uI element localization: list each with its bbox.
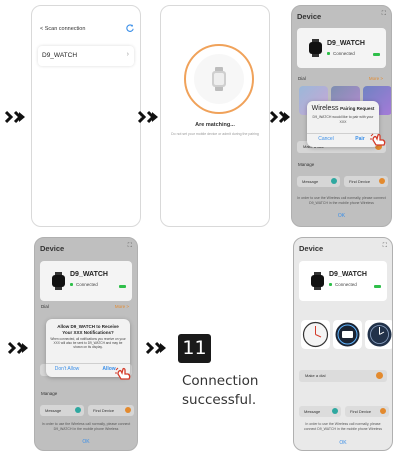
chevron-right-icon: ›: [126, 51, 129, 58]
scan-icon[interactable]: ⛶: [128, 243, 132, 250]
watch-icon: [309, 39, 322, 57]
device-card[interactable]: D9_WATCH Connected: [297, 28, 386, 68]
scan-icon[interactable]: ⛶: [382, 11, 386, 18]
back-button[interactable]: < Scan connection: [40, 26, 85, 32]
matching-hint: Do not set your mobile device or admit d…: [171, 132, 259, 136]
dial-section-label: Dial: [41, 304, 49, 309]
find-device-icon: [380, 408, 386, 414]
find-device-button[interactable]: Find Device: [344, 176, 388, 187]
tap-hand-icon: [370, 133, 386, 146]
message-icon: [75, 407, 81, 413]
message-button[interactable]: Message: [40, 405, 84, 416]
page-title: Device: [299, 244, 324, 253]
find-device-button[interactable]: Find Device: [88, 405, 134, 416]
dialog-message: D9_WATCH would like to pair with your XX…: [312, 115, 374, 124]
message-button[interactable]: Message: [297, 176, 340, 187]
pairing-request-dialog: Wireless Pairing Request D9_WATCH would …: [307, 101, 379, 147]
ok-button[interactable]: OK: [292, 213, 391, 219]
dialog-message: When connected, all notifications you re…: [50, 337, 126, 350]
device-connected-screen: Device ⛶ D9_WATCH Connected Make a dial …: [293, 237, 393, 451]
device-list-item[interactable]: D9_WATCH ›: [38, 46, 134, 66]
more-link[interactable]: More >: [115, 304, 129, 309]
device-name: D9_WATCH: [70, 271, 108, 278]
dial-thumbnail[interactable]: [301, 320, 330, 349]
arrow-right-icon: [138, 110, 158, 124]
watch-icon: [52, 272, 65, 290]
arrow-right-icon: [5, 110, 25, 124]
more-link[interactable]: More >: [369, 76, 383, 81]
matching-title: Are matching...: [195, 122, 235, 128]
dial-thumbnail[interactable]: [333, 320, 362, 349]
battery-icon: [119, 285, 126, 288]
dial-thumbnail[interactable]: [365, 320, 393, 349]
ok-button[interactable]: OK: [35, 439, 137, 445]
connection-status: Connected: [327, 51, 355, 56]
watch-icon: [311, 272, 324, 290]
device-pairing-screen: Device ⛶ D9_WATCH Connected Dial More > …: [291, 5, 392, 227]
arrow-right-icon: [270, 110, 290, 124]
dialog-title: Wireless Pairing Request: [311, 105, 375, 112]
device-card[interactable]: D9_WATCH Connected: [40, 261, 132, 301]
dont-allow-button[interactable]: Don't Allow: [48, 366, 86, 372]
arrow-right-icon: [146, 341, 166, 355]
page-title: Device: [297, 12, 322, 21]
battery-icon: [373, 53, 380, 56]
make-dial-button[interactable]: [376, 372, 383, 379]
message-icon: [331, 178, 337, 184]
step-caption: Connection successful.: [182, 373, 259, 408]
dial-section-label: Dial: [298, 76, 306, 81]
make-dial-row[interactable]: Make a dial: [299, 370, 387, 382]
device-name: D9_WATCH: [329, 271, 367, 278]
dialog-title: Allow D9_WATCH to Receive Your XXX Notif…: [57, 324, 119, 335]
scan-icon[interactable]: ⛶: [383, 243, 387, 250]
watch-icon: [212, 67, 226, 91]
find-device-button[interactable]: Find Device: [345, 406, 389, 417]
wireless-call-notice: In order to use the Wireless call normal…: [41, 422, 131, 431]
device-name: D9_WATCH: [327, 40, 365, 47]
message-icon: [332, 408, 338, 414]
step-number-badge: 11: [178, 334, 211, 363]
manage-section-label: Manage: [41, 391, 58, 396]
cancel-button[interactable]: Cancel: [311, 136, 341, 142]
wireless-call-notice: In order to use the Wireless call normal…: [303, 422, 382, 431]
tap-hand-icon: [115, 367, 131, 380]
device-name: D9_WATCH: [42, 52, 78, 59]
refresh-icon[interactable]: [126, 24, 134, 34]
ok-button[interactable]: OK: [294, 440, 392, 446]
connection-status: Connected: [329, 282, 357, 287]
device-notification-screen: Device ⛶ D9_WATCH Connected Dial More > …: [34, 237, 138, 451]
matching-screen: Are matching... Do not set your mobile d…: [160, 5, 270, 227]
matching-ring: [184, 44, 254, 114]
dial-thumbnails: [299, 320, 392, 350]
manage-section-label: Manage: [298, 162, 315, 167]
device-card[interactable]: D9_WATCH Connected: [299, 261, 387, 301]
scan-connection-screen: < Scan connection D9_WATCH ›: [31, 5, 141, 227]
message-button[interactable]: Message: [299, 406, 341, 417]
page-title: Device: [40, 244, 65, 253]
battery-icon: [374, 285, 381, 288]
find-device-icon: [379, 178, 385, 184]
find-device-icon: [125, 407, 131, 413]
connection-status: Connected: [70, 282, 98, 287]
arrow-right-icon: [8, 341, 28, 355]
wireless-call-notice: In order to use the Wireless call normal…: [297, 196, 386, 205]
